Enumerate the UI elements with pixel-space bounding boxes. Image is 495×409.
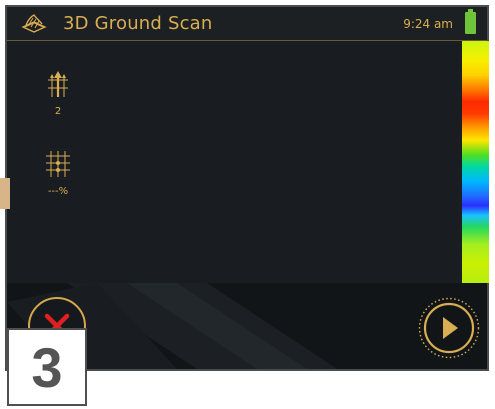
clock-time: 9:24 am <box>403 17 453 31</box>
passes-arrows-icon <box>48 71 68 97</box>
step-number: 3 <box>31 336 63 399</box>
depth-color-scale <box>462 41 489 283</box>
ground-scan-logo-icon <box>21 14 47 33</box>
step-badge: 3 <box>7 328 87 406</box>
battery-icon <box>465 9 476 34</box>
scan-view[interactable] <box>7 41 459 283</box>
grid-coverage: ---% <box>47 186 69 197</box>
passes-setting[interactable]: 2 <box>43 69 73 117</box>
play-icon <box>418 297 480 359</box>
side-panel-handle[interactable] <box>0 178 10 209</box>
scanner-screen: 3D Ground Scan 9:24 am 2 ---% <box>5 5 489 371</box>
grid-setting[interactable]: ---% <box>43 149 73 197</box>
play-button[interactable] <box>418 297 480 359</box>
grid-icon <box>46 151 70 177</box>
title-bar: 3D Ground Scan 9:24 am <box>7 7 487 41</box>
page-title: 3D Ground Scan <box>63 13 213 34</box>
passes-count: 2 <box>54 106 62 117</box>
